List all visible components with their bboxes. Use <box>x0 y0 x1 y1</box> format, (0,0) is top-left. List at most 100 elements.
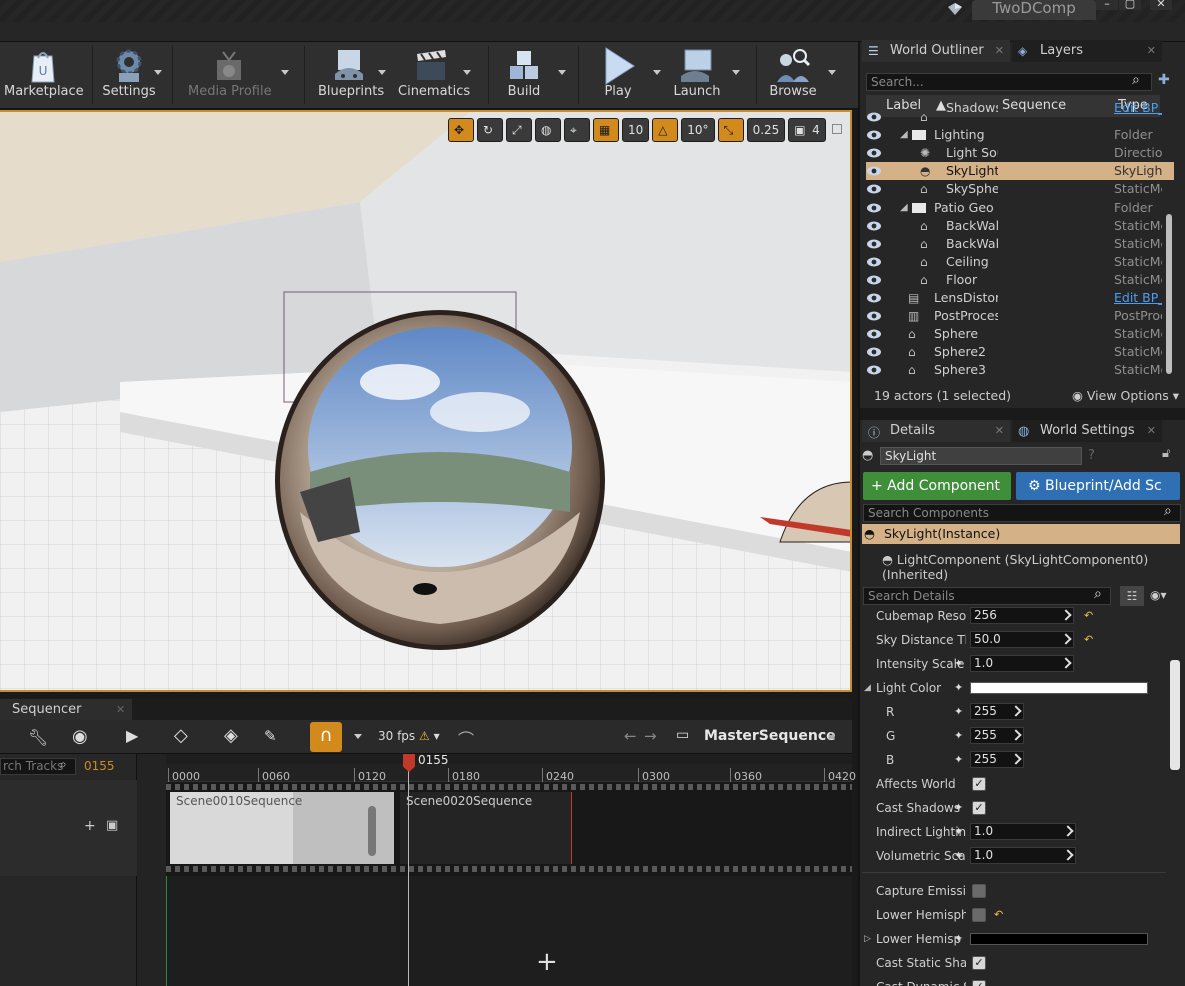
visibility-eye-icon[interactable] <box>866 111 882 123</box>
launch-button[interactable]: Launch <box>670 42 724 108</box>
outliner-row[interactable]: ▥ PostProces PostProc <box>866 307 1174 325</box>
search-components-input[interactable]: Search Components <box>863 504 1181 522</box>
lock-icon[interactable]: 🔒︎ <box>828 728 835 743</box>
property-value-input[interactable]: 1.0 <box>970 847 1076 864</box>
visibility-eye-icon[interactable] <box>866 129 882 141</box>
panel-splitter[interactable] <box>860 408 1185 420</box>
visibility-eye-icon[interactable] <box>866 328 882 340</box>
add-component-button[interactable]: + Add Component ▾ <box>863 472 1011 522</box>
color-swatch[interactable] <box>970 933 1148 945</box>
close-tab-icon[interactable]: ✕ <box>995 420 1004 442</box>
visibility-eye-icon[interactable] <box>866 274 882 286</box>
reset-to-default-icon[interactable]: ↶ <box>1084 628 1093 652</box>
add-key-icon[interactable]: ✦ <box>954 724 963 748</box>
add-key-icon[interactable]: ✦ <box>954 796 963 820</box>
snap-magnet-button[interactable]: ∩ <box>310 722 342 752</box>
drag-spin-icon[interactable] <box>1010 705 1022 717</box>
visibility-eye-icon[interactable] <box>866 147 882 159</box>
component-root-row[interactable]: ◓ SkyLight(Instance) <box>862 524 1180 544</box>
add-key-icon[interactable]: ✦ <box>954 700 963 724</box>
property-matrix-icon[interactable]: ☷ <box>1120 586 1144 606</box>
drag-spin-icon[interactable] <box>1060 633 1072 645</box>
forward-arrow-icon[interactable]: → <box>644 727 657 745</box>
outliner-row[interactable]: ◢ Patio Geo Folder <box>866 199 1174 217</box>
visibility-filter-icon[interactable]: ◉▾ <box>1150 588 1167 602</box>
outliner-row[interactable]: ⌂ Sphere2 StaticMe <box>866 343 1174 361</box>
build-button[interactable]: Build <box>502 42 546 108</box>
reset-to-default-icon[interactable]: ↶ <box>1084 604 1093 628</box>
details-scrollbar[interactable] <box>1170 660 1180 770</box>
visibility-eye-icon[interactable] <box>866 238 882 250</box>
grid-snap-value[interactable]: 10 <box>622 118 650 142</box>
cinematics-dropdown-caret[interactable] <box>463 70 471 75</box>
property-checkbox[interactable] <box>972 884 986 898</box>
close-tab-icon[interactable]: ✕ <box>995 40 1004 62</box>
minimize-button[interactable]: – <box>1096 0 1118 10</box>
media-profile-button[interactable]: Media Profile <box>188 42 272 108</box>
add-key-icon[interactable]: ✦ <box>954 676 963 700</box>
outliner-row[interactable]: ⌂ Sphere3 StaticMe <box>866 361 1174 379</box>
drag-spin-icon[interactable] <box>1010 729 1022 741</box>
expand-arrow-icon[interactable]: ◢ <box>900 199 908 217</box>
drag-spin-icon[interactable] <box>1060 609 1072 621</box>
outliner-row[interactable]: ⌂ Sphere StaticMe <box>866 325 1174 343</box>
maximize-viewport-icon[interactable] <box>832 124 842 134</box>
actor-name-field[interactable]: SkyLight <box>880 447 1082 465</box>
key-icon[interactable]: ◇ <box>174 725 188 746</box>
help-icon[interactable]: ? <box>1088 448 1095 463</box>
add-key-icon[interactable]: ✦ <box>954 748 963 772</box>
playback-options-icon[interactable]: ▶ <box>126 726 138 745</box>
color-swatch[interactable] <box>970 682 1148 694</box>
tab-details[interactable]: Details ✕ <box>862 420 1010 442</box>
outliner-row-type[interactable]: Edit BP_ <box>1114 99 1162 117</box>
outliner-row[interactable]: ⌂ SkySphere StaticMe <box>866 180 1174 198</box>
scale-snap-toggle[interactable]: ⤡ <box>717 118 744 142</box>
expand-arrow-icon[interactable]: ▷ <box>864 927 871 951</box>
outliner-row[interactable]: ⌂ BackWall StaticMe <box>866 217 1174 235</box>
eye-icon[interactable]: ◉ <box>72 726 88 747</box>
shot-section-scene0010[interactable]: Scene0010Sequence <box>170 792 394 864</box>
close-sequencer-tab-icon[interactable]: ✕ <box>116 703 125 716</box>
outliner-scrollbar[interactable] <box>1166 214 1172 374</box>
visibility-eye-icon[interactable] <box>866 364 882 376</box>
property-value-input[interactable]: 1.0 <box>970 655 1074 672</box>
rotation-snap-value[interactable]: 10° <box>681 118 715 142</box>
property-checkbox[interactable]: ✓ <box>972 956 986 970</box>
fps-dropdown[interactable]: 30 fps ⚠ ▾ <box>378 729 440 743</box>
outliner-row[interactable]: ◢ Lighting Folder <box>866 126 1174 144</box>
outliner-add-icon[interactable]: ✚ <box>1158 72 1170 88</box>
maximize-button[interactable]: ▢ <box>1119 0 1141 10</box>
visibility-eye-icon[interactable] <box>866 346 882 358</box>
property-value-input[interactable]: 1.0 <box>970 823 1076 840</box>
launch-dropdown-caret[interactable] <box>732 70 740 75</box>
drag-spin-icon[interactable] <box>1060 657 1072 669</box>
expand-arrow-icon[interactable]: ◢ <box>900 126 908 144</box>
rotate-mode-button[interactable]: ↻ <box>477 118 503 142</box>
property-value-input[interactable]: 255 <box>970 751 1024 768</box>
property-value-input[interactable]: 256 <box>970 607 1074 624</box>
visibility-eye-icon[interactable] <box>866 220 882 232</box>
scale-snap-value[interactable]: 0.25 <box>746 118 786 142</box>
visibility-eye-icon[interactable] <box>866 165 882 177</box>
blueprints-button[interactable]: Blueprints <box>318 42 384 108</box>
curve-editor-icon[interactable]: ⌒ <box>458 726 474 750</box>
visibility-eye-icon[interactable] <box>866 256 882 268</box>
search-details-input[interactable]: Search Details <box>863 587 1111 605</box>
outliner-row[interactable]: ⌂ BackWall2 StaticMe <box>866 235 1174 253</box>
property-value-input[interactable]: 255 <box>970 703 1024 720</box>
add-key-icon[interactable]: ✦ <box>954 820 963 844</box>
property-checkbox[interactable]: ✓ <box>972 980 986 986</box>
translate-mode-button[interactable]: ✥ <box>448 118 474 142</box>
drag-spin-icon[interactable] <box>1062 849 1074 861</box>
component-child-row[interactable]: ◓ LightComponent (SkyLightComponent0) (I… <box>882 552 1185 582</box>
blueprint-add-script-button[interactable]: ⚙ Blueprint/Add Sc <box>1016 472 1180 500</box>
outliner-row-type[interactable]: Edit BP_ <box>1114 289 1162 307</box>
drag-spin-icon[interactable] <box>1010 753 1022 765</box>
property-value-input[interactable]: 255 <box>970 727 1024 744</box>
property-checkbox[interactable] <box>972 908 986 922</box>
snap-dropdown-caret[interactable] <box>354 734 362 739</box>
lock-icon[interactable]: 🔓︎ <box>1162 446 1170 461</box>
wrench-icon[interactable]: 🔧︎ <box>28 728 48 747</box>
view-options-button[interactable]: ◉ View Options ▾ <box>1072 388 1179 403</box>
media-profile-dropdown-caret[interactable] <box>281 70 289 75</box>
